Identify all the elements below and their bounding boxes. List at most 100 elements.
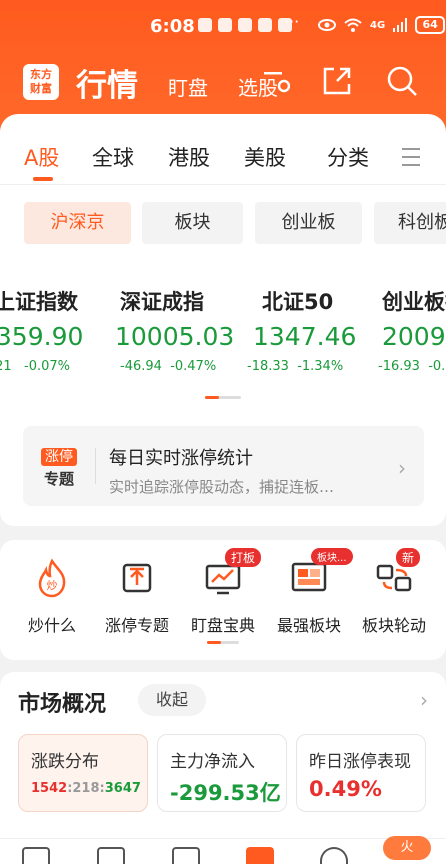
- status-app-icons: [198, 18, 292, 32]
- index-item-bj50[interactable]: 北证50 1347.46 -18.33 -1.34%: [247, 286, 356, 374]
- subtab-shsz[interactable]: 沪深京: [24, 202, 131, 244]
- tool-label: 涨停专题: [104, 616, 169, 635]
- tab-us[interactable]: 美股: [244, 142, 286, 172]
- index-value: 3359.90: [0, 322, 84, 351]
- index-change: -46.94 -0.47%: [120, 359, 217, 374]
- tool-badge: 新: [396, 548, 421, 567]
- more-notifications-icon: ···: [284, 12, 300, 31]
- index-name: 深证成指: [120, 290, 204, 314]
- fire-icon: 炒: [32, 558, 72, 598]
- tool-trending[interactable]: 炒 炒什么: [12, 558, 92, 636]
- rise-fall-distribution[interactable]: 涨跌分布 1542:218:3647: [18, 734, 148, 812]
- monitor-chart-icon: 打板: [203, 548, 262, 598]
- status-time: 6:08: [150, 16, 195, 37]
- chevron-right-icon[interactable]: ›: [420, 688, 428, 712]
- collapse-button[interactable]: 收起: [138, 684, 206, 716]
- net-inflow-value: -299.53亿: [170, 781, 281, 805]
- notification-icon: [238, 18, 252, 32]
- menu-icon[interactable]: [256, 64, 290, 98]
- tab-watch[interactable]: 盯盘: [168, 72, 208, 101]
- main-net-inflow[interactable]: 主力净流入 -299.53亿: [157, 734, 287, 812]
- box-title: 主力净流入: [170, 752, 255, 772]
- hamburger-menu-icon[interactable]: [402, 148, 420, 172]
- index-change: -16.93 -0.: [378, 359, 446, 374]
- share-icon[interactable]: [320, 64, 354, 98]
- rise-fall-counts: 1542:218:3647: [31, 781, 141, 796]
- market-overview-card: 市场概况 收起 › 涨跌分布 1542:218:3647 主力净流入 -299.…: [0, 672, 446, 864]
- subtab-chinext[interactable]: 创业板: [255, 202, 362, 244]
- index-name: 上证指数: [0, 290, 78, 314]
- tool-label: 炒什么: [27, 616, 76, 635]
- tab-indicator: [33, 177, 53, 181]
- bottom-navigation: [0, 838, 446, 864]
- tool-watch-guide[interactable]: 打板 盯盘宝典: [183, 548, 263, 636]
- index-item-chinext[interactable]: 创业板指 2009. -16.93 -0.: [378, 286, 446, 374]
- status-bar: 6:08 ··· 4G 64: [0, 0, 446, 52]
- upload-box-icon: [117, 558, 157, 598]
- page-title[interactable]: 行情: [76, 60, 138, 105]
- watchlist-icon[interactable]: [97, 847, 125, 864]
- market-tabs: A股 全球 港股 美股 分类: [0, 142, 446, 172]
- market-card: A股 全球 港股 美股 分类 沪深京 板块 创业板 科创板 上证指数 3359.…: [0, 114, 446, 526]
- limit-up-promo-banner[interactable]: 涨停 专题 每日实时涨停统计 实时追踪涨停股动态，捕捉连板… ›: [23, 426, 424, 506]
- tool-badge: 板块...: [311, 548, 353, 565]
- box-title: 涨跌分布: [31, 752, 99, 772]
- tool-strongest-sector[interactable]: 板块... 最强板块: [269, 548, 353, 636]
- tab-category[interactable]: 分类: [327, 142, 369, 172]
- tool-badge: 打板: [225, 548, 262, 567]
- index-carousel: 上证指数 3359.90 -2.21 -0.07% 深证成指 10005.03 …: [0, 286, 446, 376]
- index-item-sh[interactable]: 上证指数 3359.90 -2.21 -0.07%: [0, 286, 83, 374]
- search-icon[interactable]: [385, 64, 419, 98]
- index-value: 2009.: [382, 322, 446, 351]
- notification-icon: [218, 18, 232, 32]
- status-indicators: 4G 64: [318, 16, 446, 34]
- battery-icon: 64: [415, 16, 446, 34]
- index-change: -18.33 -1.34%: [247, 359, 344, 374]
- eye-icon: [318, 19, 336, 31]
- divider: [0, 184, 446, 185]
- subtab-sector[interactable]: 板块: [142, 202, 243, 244]
- news-icon[interactable]: [172, 847, 200, 864]
- promo-title: 每日实时涨停统计: [109, 448, 253, 469]
- hot-badge[interactable]: 火: [383, 836, 431, 860]
- carousel-indicator: [207, 641, 239, 644]
- svg-text:炒: 炒: [47, 579, 58, 592]
- tools-card: 炒 炒什么 涨停专题 打板 盯盘宝典 板块... 最强板块 新 板块轮动: [0, 540, 446, 660]
- wifi-icon: [344, 18, 362, 32]
- tab-global[interactable]: 全球: [92, 142, 134, 172]
- index-name: 北证50: [262, 290, 334, 314]
- board-heatmap-icon: 板块...: [289, 548, 353, 598]
- tool-limit-up-topic[interactable]: 涨停专题: [97, 558, 177, 636]
- yesterday-limit-up-performance[interactable]: 昨日涨停表现 0.49%: [296, 734, 426, 812]
- promo-subtitle: 实时追踪涨停股动态，捕捉连板…: [109, 478, 335, 496]
- app-logo[interactable]: 东方 财富: [23, 64, 59, 100]
- box-title: 昨日涨停表现: [309, 752, 411, 772]
- index-value: 10005.03: [115, 322, 235, 351]
- home-icon[interactable]: [22, 847, 50, 864]
- tab-hk[interactable]: 港股: [168, 142, 210, 172]
- notification-icon: [258, 18, 272, 32]
- tool-label: 盯盘宝典: [190, 616, 255, 635]
- tool-sector-rotation[interactable]: 新 板块轮动: [354, 548, 434, 636]
- index-item-sz[interactable]: 深证成指 10005.03 -46.94 -0.47%: [115, 286, 234, 374]
- tab-a-shares[interactable]: A股: [24, 142, 59, 172]
- logo-line: 财富: [30, 82, 52, 95]
- divider: [95, 448, 96, 484]
- rotation-icon: 新: [374, 548, 421, 598]
- limit-up-performance-value: 0.49%: [309, 777, 382, 801]
- market-icon[interactable]: [246, 847, 274, 864]
- index-value: 1347.46: [253, 322, 357, 351]
- index-change: -2.21 -0.07%: [0, 359, 71, 374]
- chevron-right-icon: ›: [398, 456, 406, 480]
- signal-icon: 4G: [370, 19, 386, 31]
- signal-bars-icon: [393, 18, 408, 32]
- limit-up-badge-icon: 涨停 专题: [41, 448, 77, 488]
- index-name: 创业板指: [382, 290, 446, 314]
- trade-icon[interactable]: [320, 847, 348, 864]
- logo-line: 东方: [30, 68, 52, 81]
- notification-icon: [198, 18, 212, 32]
- section-title: 市场概况: [18, 692, 107, 717]
- tool-label: 最强板块: [276, 616, 341, 635]
- tool-label: 板块轮动: [361, 616, 426, 635]
- subtab-star[interactable]: 科创板: [374, 202, 446, 244]
